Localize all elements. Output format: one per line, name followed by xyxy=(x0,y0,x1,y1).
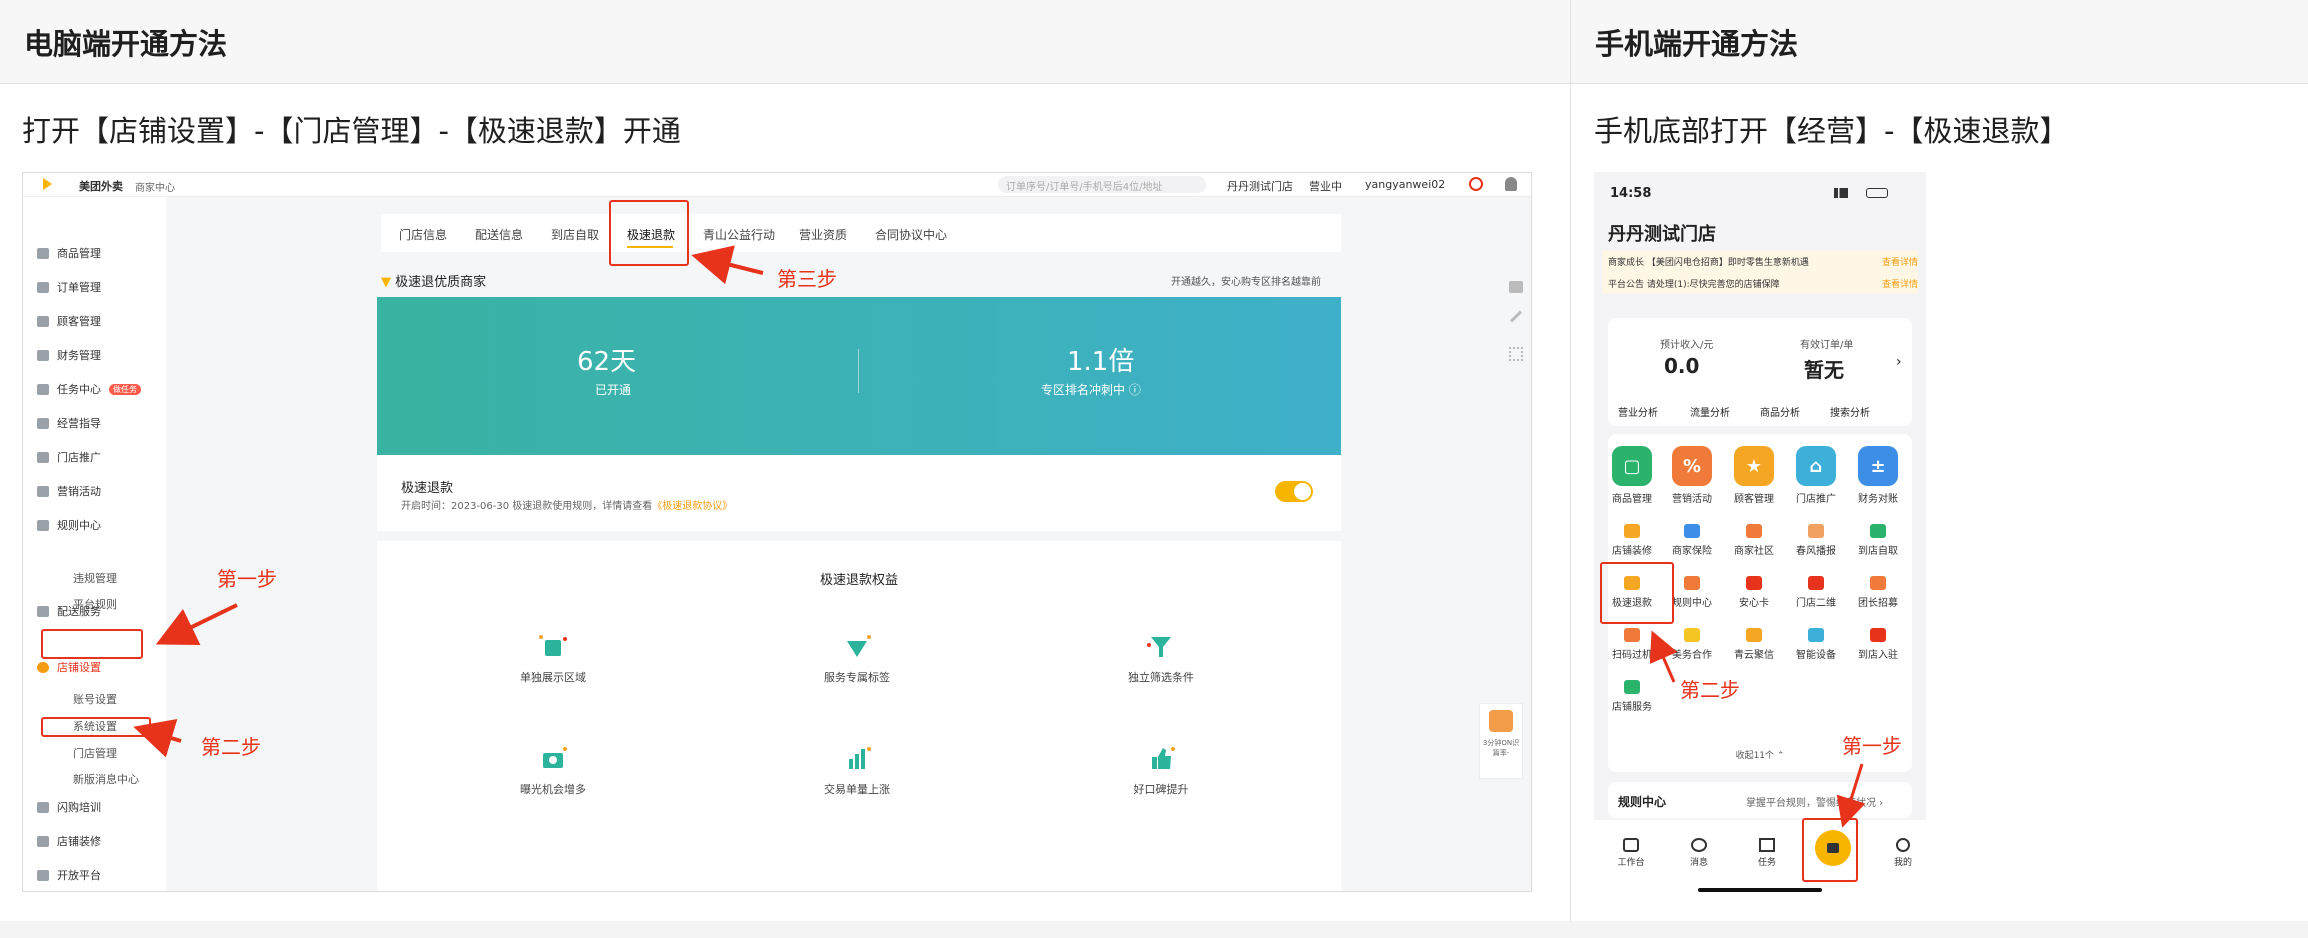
header-mobile: 手机端开通方法 xyxy=(1571,0,2308,84)
pc-instruction: 打开【店铺设置】-【门店管理】-【极速退款】开通 xyxy=(22,114,681,148)
arrow-step1 xyxy=(155,603,238,645)
phone-screenshot: 14:58 丹丹测试门店 商家成长 【美团闪电仓招商】即时零售生意新机遇 查看详… xyxy=(1594,172,1926,897)
phone-annotation-arrows xyxy=(1649,630,1866,828)
arrow-step3 xyxy=(691,245,764,285)
mobile-instruction: 手机底部打开【经营】-【极速退款】 xyxy=(1594,114,2069,148)
phone-arrow-step2 xyxy=(1649,630,1678,683)
bottom-band xyxy=(0,921,2308,938)
arrow-step2 xyxy=(133,719,182,758)
column-divider xyxy=(1570,0,1571,925)
desktop-screenshot: 美团外卖 商家中心 订单序号/订单号/手机号后4位/地址 丹丹测试门店 营业中 … xyxy=(22,172,1532,892)
annotation-arrows xyxy=(133,245,764,758)
header-pc: 电脑端开通方法 xyxy=(0,0,1570,84)
phone-arrow-step1 xyxy=(1836,763,1866,828)
